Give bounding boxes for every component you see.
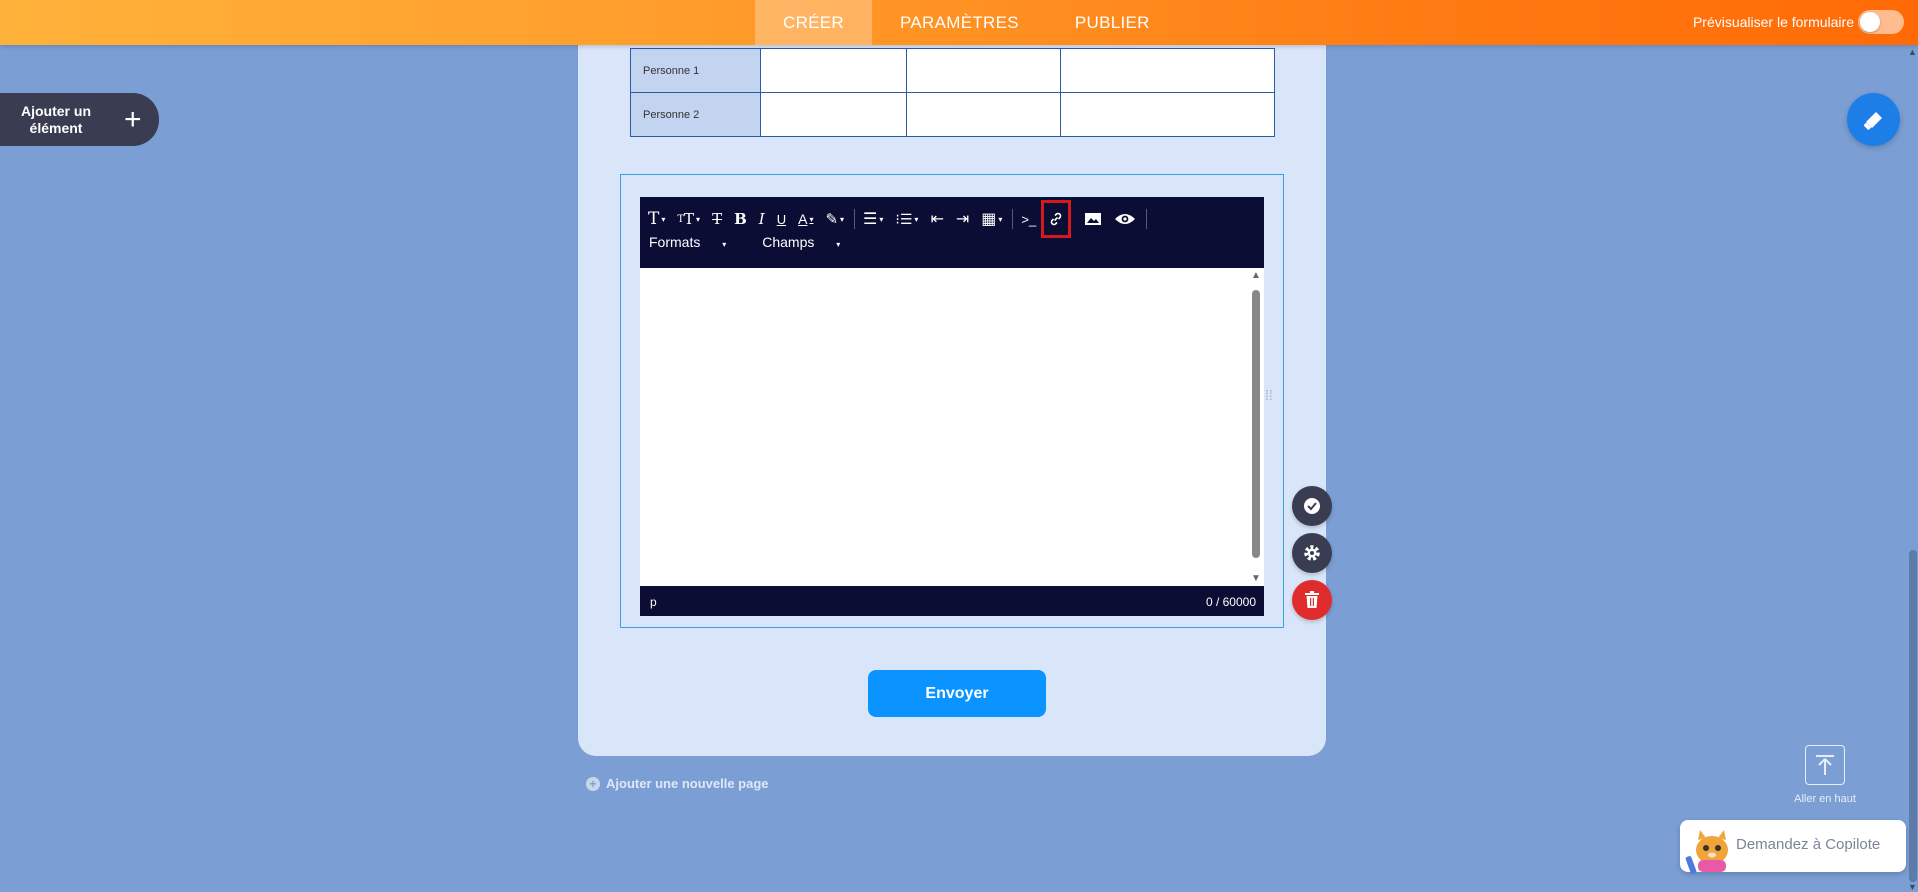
char-count: 0 / 60000 bbox=[1205, 595, 1256, 609]
formats-label: Formats bbox=[649, 234, 701, 250]
tab-parametres[interactable]: PARAMÈTRES bbox=[872, 0, 1047, 45]
arrow-up-icon bbox=[1816, 755, 1834, 775]
scroll-top-button[interactable] bbox=[1805, 745, 1845, 785]
scroll-down-icon[interactable]: ▼ bbox=[1251, 573, 1261, 584]
table-cell[interactable] bbox=[1060, 92, 1275, 137]
page-scroll-down-icon[interactable]: ▼ bbox=[1908, 882, 1917, 892]
page-scrollbar[interactable]: ▲ ▼ bbox=[1908, 45, 1918, 892]
send-button[interactable]: Envoyer bbox=[868, 670, 1046, 717]
table-cell[interactable] bbox=[1060, 48, 1275, 93]
editor-toolbar: T ▾ T T ▾ T B I U A ▾ ✎ ▾ ☰ ▾ ⁝☰ ▾ ⇤ ⇥ ▦ ▾ >_ Fo… bbox=[640, 197, 1264, 268]
toolbar-divider bbox=[1012, 209, 1014, 229]
copilot-widget[interactable]: Demandez à Copilote bbox=[1680, 820, 1906, 874]
clear-format-icon[interactable]: T bbox=[712, 207, 722, 231]
table-cell[interactable] bbox=[906, 48, 1061, 93]
image-icon[interactable] bbox=[1084, 207, 1102, 231]
highlight-icon[interactable]: ✎ ▾ bbox=[825, 207, 844, 231]
preview-eye-icon[interactable] bbox=[1114, 207, 1136, 231]
font-family-icon[interactable]: T ▾ bbox=[648, 207, 665, 231]
indent-icon[interactable]: ⇥ bbox=[956, 207, 969, 231]
drag-handle-icon[interactable]: ⁞⁞ bbox=[1265, 388, 1273, 402]
row-label: Personne 2 bbox=[630, 92, 761, 137]
tab-creer[interactable]: CRÉER bbox=[755, 0, 873, 45]
tab-publier[interactable]: PUBLIER bbox=[1047, 0, 1178, 45]
table-icon[interactable]: ▦ ▾ bbox=[981, 207, 1002, 231]
scroll-thumb[interactable] bbox=[1252, 290, 1260, 558]
toolbar-divider bbox=[1146, 209, 1148, 229]
copilot-mascot-icon bbox=[1685, 830, 1728, 874]
check-circle-icon bbox=[1304, 498, 1320, 514]
toggle-knob bbox=[1860, 12, 1880, 32]
table-cell[interactable] bbox=[760, 48, 907, 93]
element-path[interactable]: p bbox=[650, 595, 657, 609]
settings-button[interactable] bbox=[1292, 533, 1332, 573]
add-element-button[interactable]: Ajouter un élément + bbox=[0, 93, 159, 146]
font-size-icon[interactable]: T T ▾ bbox=[677, 207, 700, 231]
bold-icon[interactable]: B bbox=[734, 207, 747, 231]
outdent-icon[interactable]: ⇤ bbox=[930, 207, 943, 231]
plus-circle-icon: + bbox=[586, 776, 600, 791]
preview-toggle[interactable] bbox=[1858, 10, 1904, 34]
formats-dropdown[interactable]: Formats ▾ bbox=[649, 234, 744, 250]
editor-statusbar: p 0 / 60000 bbox=[640, 586, 1264, 616]
table-row: Personne 1 bbox=[630, 48, 1275, 93]
scroll-top-label: Aller en haut bbox=[1794, 793, 1856, 805]
page-scroll-up-icon[interactable]: ▲ bbox=[1908, 47, 1917, 57]
champs-dropdown[interactable]: Champs ▾ bbox=[762, 234, 858, 250]
plus-icon: + bbox=[124, 102, 142, 136]
paint-roller-icon bbox=[1863, 111, 1882, 130]
align-icon[interactable]: ☰ ▾ bbox=[863, 207, 883, 231]
page-scroll-thumb[interactable] bbox=[1909, 550, 1917, 882]
matrix-table: Personne 1 Personne 2 bbox=[630, 48, 1275, 137]
editor-content-area[interactable]: ▲ ▼ bbox=[640, 268, 1264, 586]
toolbar-divider bbox=[854, 209, 856, 229]
trash-icon bbox=[1305, 591, 1319, 608]
underline-icon[interactable]: U bbox=[777, 207, 786, 231]
preview-label: Prévisualiser le formulaire bbox=[1692, 14, 1854, 30]
confirm-button[interactable] bbox=[1292, 486, 1332, 526]
table-cell[interactable] bbox=[760, 92, 907, 137]
code-icon[interactable]: >_ bbox=[1021, 207, 1036, 231]
top-bar: CRÉER PARAMÈTRES PUBLIER Prévisualiser l… bbox=[0, 0, 1918, 45]
main-tabs: CRÉER PARAMÈTRES PUBLIER bbox=[755, 0, 1178, 45]
theme-paint-button[interactable] bbox=[1847, 93, 1900, 146]
champs-label: Champs bbox=[762, 234, 815, 250]
add-element-label: Ajouter un élément bbox=[21, 102, 91, 136]
bullet-list-icon[interactable]: ⁝☰ ▾ bbox=[895, 207, 918, 231]
editor-scrollbar[interactable]: ▲ ▼ bbox=[1250, 270, 1262, 584]
text-color-icon[interactable]: A ▾ bbox=[798, 207, 813, 231]
italic-icon[interactable]: I bbox=[759, 207, 765, 231]
table-row: Personne 2 bbox=[630, 92, 1275, 137]
scroll-up-icon[interactable]: ▲ bbox=[1251, 270, 1261, 281]
link-icon[interactable] bbox=[1041, 200, 1072, 238]
table-cell[interactable] bbox=[906, 92, 1061, 137]
row-label: Personne 1 bbox=[630, 48, 761, 93]
copilot-label: Demandez à Copilote bbox=[1736, 836, 1881, 853]
add-page-link[interactable]: + Ajouter une nouvelle page bbox=[586, 776, 769, 791]
delete-button[interactable] bbox=[1292, 580, 1332, 620]
gear-icon bbox=[1304, 545, 1320, 561]
add-page-label: Ajouter une nouvelle page bbox=[606, 776, 769, 791]
